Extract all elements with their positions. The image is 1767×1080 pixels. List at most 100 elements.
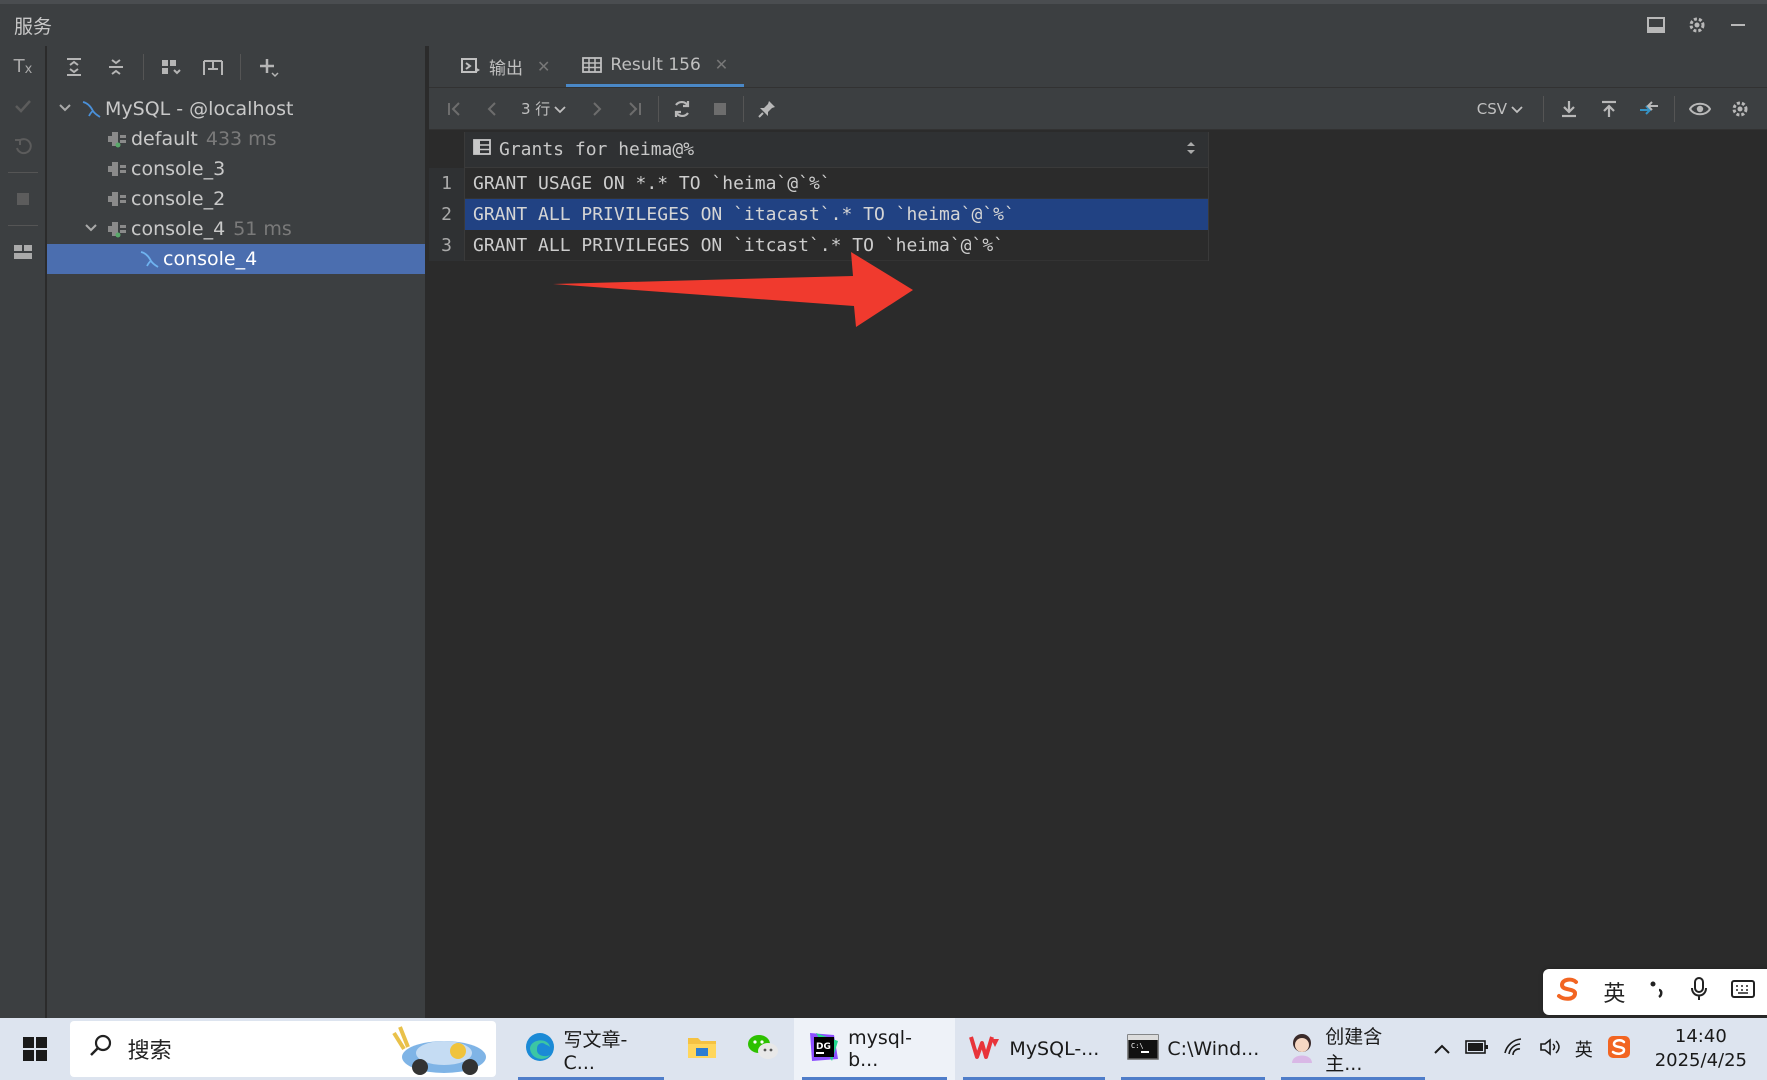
column-header-label: Grants for heima@% (499, 139, 695, 160)
svg-text:DG: DG (816, 1042, 831, 1052)
upload-icon[interactable] (1590, 92, 1628, 126)
taskbar-item-cmd[interactable]: C:\ C:\Wind... (1113, 1018, 1273, 1080)
tree-item-label: console_4 (163, 248, 258, 270)
tree-item-label: console_2 (131, 188, 226, 210)
console-session-icon (103, 159, 131, 179)
sort-icon[interactable] (1186, 141, 1208, 159)
previous-page-icon[interactable] (473, 92, 511, 126)
view-eye-icon[interactable] (1681, 92, 1719, 126)
column-header[interactable]: Grants for heima@% (465, 131, 1209, 168)
taskbar-item-datagrip[interactable]: DG mysql-b... (794, 1018, 956, 1080)
taskbar-item-label: MySQL-... (1009, 1038, 1100, 1060)
toolbar-divider (658, 95, 660, 122)
settings-gear-icon[interactable] (1721, 92, 1759, 126)
toolbar-divider (1543, 95, 1544, 122)
tree-item-console-2[interactable]: console_2 (47, 184, 425, 214)
row-number[interactable]: 1 (429, 167, 465, 199)
tree-item-mysql-datasource[interactable]: MySQL - @localhost (47, 94, 425, 124)
taskbar-item-explorer[interactable] (672, 1018, 732, 1080)
taskbar-item-label: 创建含主... (1325, 1026, 1383, 1075)
add-icon[interactable] (249, 51, 287, 83)
layout-panels-icon[interactable] (0, 232, 46, 272)
pin-tab-icon[interactable] (748, 92, 786, 126)
volume-icon[interactable] (1539, 1037, 1561, 1062)
close-icon[interactable]: ✕ (715, 55, 728, 74)
export-format-selector[interactable]: CSV (1463, 100, 1537, 118)
stop-icon[interactable] (701, 92, 739, 126)
services-tree-panel: MySQL - @localhost default 433 ms consol… (47, 46, 427, 1018)
group-by-icon[interactable] (152, 51, 190, 83)
tree-item-label: console_3 (131, 158, 226, 180)
title-bar: 服务 (0, 0, 1767, 46)
execution-time: 433 ms (205, 128, 277, 150)
taskbar-item-wps[interactable]: MySQL-... (955, 1018, 1113, 1080)
search-highlight-car-icon (386, 1023, 490, 1077)
console-session-icon (103, 189, 131, 209)
close-icon[interactable]: ✕ (537, 57, 550, 76)
row-count-label: 3 行 (521, 100, 551, 118)
clock[interactable]: 14:40 2025/4/25 (1645, 1025, 1757, 1073)
chevron-down-icon[interactable] (79, 221, 103, 237)
row-count-selector[interactable]: 3 行 (511, 98, 578, 119)
ime-mode-label[interactable]: 英 (1603, 976, 1625, 1008)
grid-header: Grants for heima@% (429, 131, 1209, 168)
punctuation-icon[interactable] (1647, 977, 1667, 1007)
tree-item-label: default (131, 128, 198, 150)
minimize-icon[interactable] (1729, 16, 1747, 34)
windows-taskbar: 搜索 写文章-C... DG mysql-b... MySQL-... C:\ (0, 1018, 1767, 1080)
avatar-icon (1287, 1031, 1317, 1068)
keyboard-icon[interactable] (1730, 978, 1756, 1006)
table-row[interactable]: 2 GRANT ALL PRIVILEGES ON `itacast`.* TO… (429, 198, 1209, 230)
grant-cell[interactable]: GRANT USAGE ON *.* TO `heima`@`%` (465, 167, 1209, 199)
datagrip-icon: DG (808, 1031, 840, 1068)
toolbar-divider (143, 54, 144, 80)
chevron-up-icon[interactable] (1433, 1039, 1451, 1060)
download-icon[interactable] (1550, 92, 1588, 126)
taskbar-search-box[interactable]: 搜索 (69, 1021, 496, 1077)
output-console-icon (461, 57, 481, 75)
transaction-mode-icon[interactable]: Tx (0, 46, 46, 86)
tree-item-console-4-query[interactable]: console_4 (47, 244, 425, 274)
microphone-icon[interactable] (1689, 976, 1709, 1008)
tree-item-console-4[interactable]: console_4 51 ms (47, 214, 425, 244)
tab-output[interactable]: 输出 ✕ (445, 45, 566, 87)
row-number[interactable]: 3 (429, 229, 465, 261)
toolstrip-divider (7, 225, 38, 226)
wifi-icon[interactable] (1503, 1037, 1525, 1062)
rollback-icon[interactable] (0, 126, 46, 166)
search-placeholder: 搜索 (127, 1039, 172, 1064)
sogou-tray-icon[interactable] (1607, 1035, 1631, 1064)
layout-icon[interactable] (1647, 16, 1665, 34)
sogou-logo-icon[interactable] (1554, 975, 1582, 1009)
grant-cell[interactable]: GRANT ALL PRIVILEGES ON `itacast`.* TO `… (465, 198, 1209, 230)
compare-icon[interactable] (1630, 92, 1668, 126)
stop-icon[interactable] (0, 179, 46, 219)
row-number[interactable]: 2 (429, 198, 465, 230)
start-windows-icon[interactable] (0, 1018, 70, 1080)
result-toolbar: 3 行 CSV (429, 88, 1767, 130)
collapse-all-icon[interactable] (97, 51, 135, 83)
taskbar-item-edge[interactable]: 写文章-C... (510, 1018, 673, 1080)
tab-result[interactable]: Result 156 ✕ (566, 45, 745, 87)
filter-tree-icon[interactable] (194, 51, 232, 83)
grid-corner[interactable] (429, 131, 465, 168)
taskbar-item-wechat[interactable] (732, 1018, 794, 1080)
console-session-icon (103, 129, 131, 149)
next-page-icon[interactable] (578, 92, 616, 126)
first-page-icon[interactable] (435, 92, 473, 126)
settings-gear-icon[interactable] (1687, 15, 1707, 35)
taskbar-item-avatar-window[interactable]: 创建含主... (1273, 1018, 1432, 1080)
battery-icon[interactable] (1464, 1039, 1489, 1060)
wps-icon (969, 1033, 1001, 1066)
tree-item-default[interactable]: default 433 ms (47, 124, 425, 154)
folder-icon (686, 1033, 718, 1066)
input-language-indicator[interactable]: 英 (1575, 1036, 1593, 1062)
last-page-icon[interactable] (616, 92, 654, 126)
annotation-arrow (553, 252, 913, 327)
commit-check-icon[interactable] (0, 86, 46, 126)
table-row[interactable]: 1 GRANT USAGE ON *.* TO `heima`@`%` (429, 167, 1209, 199)
refresh-icon[interactable] (663, 92, 701, 126)
expand-all-icon[interactable] (55, 51, 93, 83)
tree-item-console-3[interactable]: console_3 (47, 154, 425, 184)
chevron-down-icon[interactable] (53, 101, 77, 117)
